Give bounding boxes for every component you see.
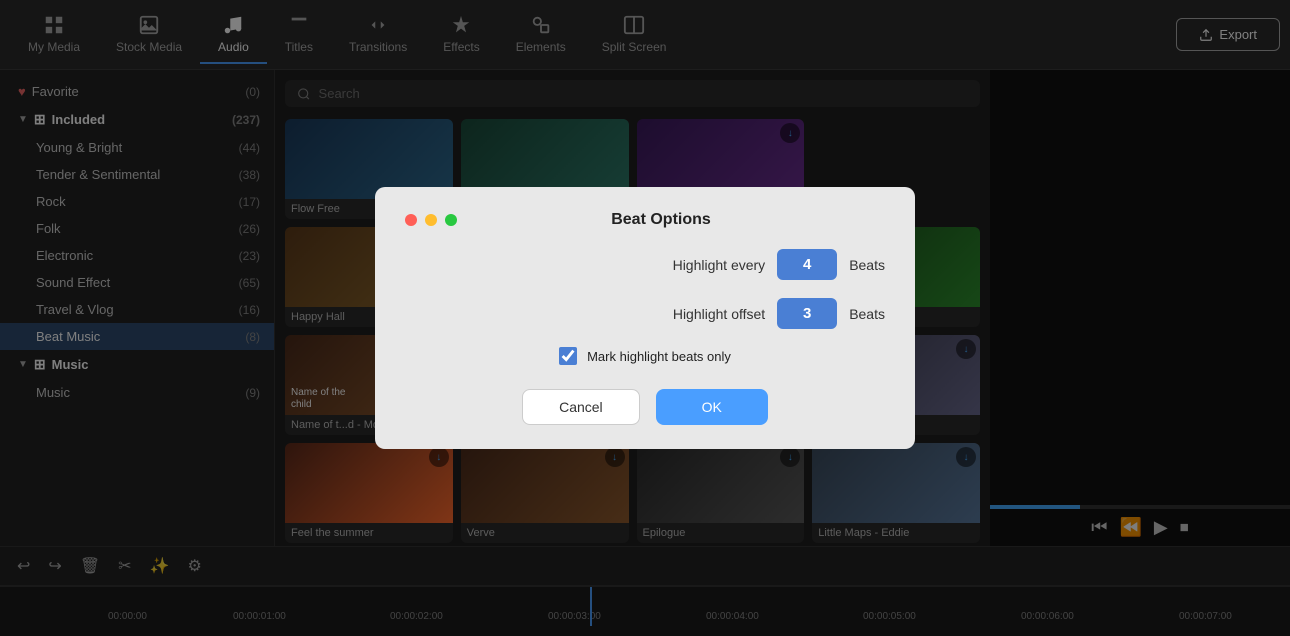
- highlight-every-label: Highlight every: [405, 257, 765, 273]
- modal-highlight-every-row: Highlight every Beats: [405, 249, 885, 280]
- modal-dot-yellow: [425, 214, 437, 226]
- modal-buttons: Cancel OK: [405, 389, 885, 425]
- modal-checkbox-row: Mark highlight beats only: [405, 347, 885, 365]
- modal: Beat Options Highlight every Beats Highl…: [375, 187, 915, 449]
- highlight-offset-label: Highlight offset: [405, 306, 765, 322]
- highlight-offset-unit: Beats: [849, 306, 885, 322]
- mark-highlight-label: Mark highlight beats only: [587, 349, 731, 364]
- modal-dot-green: [445, 214, 457, 226]
- modal-title: Beat Options: [465, 211, 857, 229]
- modal-overlay: Beat Options Highlight every Beats Highl…: [0, 0, 1290, 636]
- highlight-offset-input[interactable]: [777, 298, 837, 329]
- modal-dot-red: [405, 214, 417, 226]
- mark-highlight-checkbox[interactable]: [559, 347, 577, 365]
- highlight-every-unit: Beats: [849, 257, 885, 273]
- highlight-every-input[interactable]: [777, 249, 837, 280]
- ok-button[interactable]: OK: [656, 389, 768, 425]
- cancel-button[interactable]: Cancel: [522, 389, 640, 425]
- modal-highlight-offset-row: Highlight offset Beats: [405, 298, 885, 329]
- modal-titlebar: Beat Options: [405, 211, 885, 229]
